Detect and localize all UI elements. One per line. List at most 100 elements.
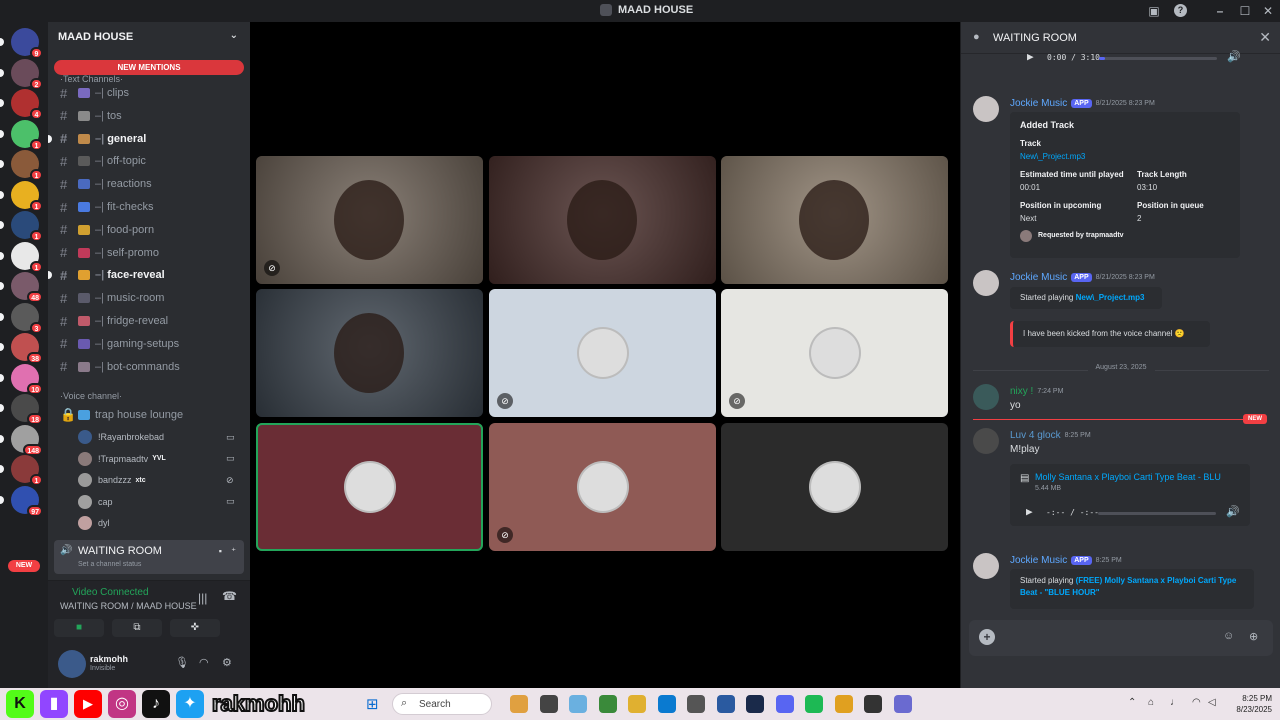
audio-player[interactable]: ▶ -:-- / -:-- 🔊 — [1026, 503, 1246, 523]
avatar[interactable] — [973, 553, 999, 579]
channel-gaming-setups[interactable]: # –| gaming-setups — [54, 334, 244, 354]
voice-user[interactable]: bandzzz xtc ⊘ — [78, 471, 244, 489]
author-name[interactable]: Jockie Music — [1010, 272, 1067, 283]
taskbar-app-icon[interactable] — [834, 695, 853, 713]
channel-clips[interactable]: # –| clips — [54, 83, 244, 103]
taskbar-app-icon[interactable] — [628, 695, 646, 713]
channel-fridge-reveal[interactable]: # –| fridge-reveal — [54, 311, 244, 331]
windows-start-icon[interactable]: ⊞ — [366, 695, 379, 713]
volume-icon[interactable]: ◁ — [1208, 697, 1216, 708]
selected-voice-channel[interactable]: 🔊 WAITING ROOM Set a channel status ▪ ⁺ — [54, 540, 244, 574]
author-name[interactable]: Luv 4 glock — [1010, 430, 1061, 441]
taskbar-app-icon[interactable] — [510, 695, 528, 713]
invite-icon[interactable]: ⁺ — [231, 546, 236, 557]
username[interactable]: rakmohh — [90, 654, 128, 664]
close-icon[interactable]: ✕ — [1259, 29, 1271, 46]
server-icon[interactable]: 2 — [11, 58, 43, 90]
minimize-button[interactable]: – — [1212, 3, 1228, 19]
plus-icon[interactable]: + — [979, 629, 995, 645]
server-icon[interactable]: 18 — [11, 394, 43, 425]
channel-reactions[interactable]: # –| reactions — [54, 174, 244, 194]
inbox-icon[interactable]: ▣ — [1146, 3, 1162, 19]
voice-channel-path[interactable]: WAITING ROOM / MAAD HOUSE — [60, 601, 197, 611]
track-link[interactable]: New\_Project.mp3 — [1076, 293, 1145, 302]
server-icon[interactable]: 38 — [11, 333, 43, 364]
taskbar-app-icon[interactable] — [598, 695, 617, 713]
help-icon[interactable]: ? — [1174, 4, 1187, 17]
headphones-icon[interactable]: ◠ — [199, 656, 209, 669]
avatar-tile[interactable] — [721, 423, 948, 551]
server-icon[interactable]: 1 — [11, 180, 43, 212]
avatar[interactable] — [973, 270, 999, 296]
volume-icon[interactable]: 🔊 — [1226, 505, 1240, 518]
taskbar-app-icon[interactable] — [746, 695, 764, 713]
search-input[interactable]: ⌕ Search — [392, 693, 492, 715]
gear-icon[interactable]: ⚙ — [222, 656, 232, 669]
voice-user[interactable]: !Rayanbrokebad ▭ — [78, 428, 244, 446]
channel-self-promo[interactable]: # –| self-promo — [54, 243, 244, 263]
channel-food-porn[interactable]: # –| food-porn — [54, 220, 244, 240]
track-link[interactable]: New\_Project.mp3 — [1020, 152, 1085, 161]
channel-fit-checks[interactable]: # –| fit-checks — [54, 197, 244, 217]
server-icon[interactable]: 10 — [11, 363, 43, 395]
play-icon[interactable]: ▶ — [1026, 505, 1033, 518]
avatar[interactable] — [973, 96, 999, 122]
screen-share-button[interactable]: ⧉ — [112, 619, 162, 637]
clock[interactable]: 8:25 PM 8/23/2025 — [1222, 693, 1272, 715]
author-name[interactable]: nixy ! — [1010, 386, 1033, 397]
avatar[interactable] — [58, 650, 86, 678]
avatar-tile[interactable]: ⊘ — [721, 289, 948, 417]
avatar-tile[interactable] — [256, 423, 483, 551]
chat-icon[interactable]: ▪ — [219, 546, 222, 556]
taskbar-app-icon[interactable] — [864, 695, 882, 713]
server-icon[interactable]: 1 — [11, 119, 43, 151]
channel-face-reveal[interactable]: # –| face-reveal — [48, 265, 244, 285]
maximize-button[interactable]: ☐ — [1237, 3, 1253, 19]
camera-button[interactable]: ■ — [54, 619, 104, 637]
server-icon[interactable]: 148 — [11, 424, 43, 456]
avatar[interactable] — [973, 428, 999, 454]
voice-user[interactable]: cap ▭ — [78, 493, 244, 511]
microphone-icon[interactable]: 🎙 — [175, 656, 189, 669]
new-servers-pill[interactable]: NEW — [8, 560, 40, 572]
new-mentions-pill[interactable]: NEW MENTIONS — [54, 60, 244, 75]
chevron-up-icon[interactable]: ⌃ — [1128, 697, 1136, 708]
voice-channel-trap-house[interactable]: 🔒 trap house lounge — [54, 405, 244, 425]
video-tile[interactable] — [256, 289, 483, 417]
voice-connected-status[interactable]: Video Connected — [72, 587, 149, 598]
network-icon[interactable]: ⌂ — [1148, 697, 1154, 708]
avatar-tile[interactable]: ⊘ — [489, 423, 716, 551]
taskbar-app-icon[interactable] — [657, 695, 676, 713]
taskbar-app-icon[interactable] — [569, 695, 587, 713]
noise-suppression-icon[interactable]: ||| — [198, 591, 207, 605]
audio-progress[interactable] — [1098, 512, 1216, 515]
channel-general[interactable]: # –| general — [48, 129, 244, 149]
emoji-icon[interactable]: ☺ — [1223, 630, 1234, 642]
avatar-tile[interactable]: ⊘ — [489, 289, 716, 417]
server-icon[interactable]: 1 — [11, 150, 43, 181]
audio-player-top[interactable]: ▶ 0:00 / 3:10 🔊 — [1027, 48, 1247, 68]
voice-user[interactable]: dyl — [78, 514, 244, 532]
channel-bot-commands[interactable]: # –| bot-commands — [54, 357, 244, 377]
taskbar-app-icon[interactable] — [805, 695, 823, 713]
server-icon[interactable]: 9 — [11, 28, 43, 59]
server-header[interactable]: MAAD HOUSE ⌄ — [48, 22, 250, 54]
taskbar-app-icon[interactable] — [716, 695, 735, 713]
play-icon[interactable]: ▶ — [1027, 50, 1034, 63]
server-icon[interactable]: 48 — [11, 272, 43, 303]
video-tile[interactable] — [721, 156, 948, 284]
activities-button[interactable]: ✜ — [170, 619, 220, 637]
disconnect-icon[interactable]: ☎ — [222, 589, 237, 603]
video-tile[interactable] — [489, 156, 716, 284]
taskbar-app-icon[interactable] — [893, 695, 912, 713]
volume-icon[interactable]: 🔊 — [1227, 50, 1241, 63]
message-composer[interactable]: + ☺ ⊕ — [969, 620, 1273, 656]
author-name[interactable]: Jockie Music — [1010, 555, 1067, 566]
avatar[interactable] — [973, 384, 999, 410]
server-icon[interactable]: 1 — [11, 241, 43, 273]
channel-status-hint[interactable]: Set a channel status — [78, 561, 141, 568]
taskbar-app-icon[interactable] — [687, 695, 705, 713]
server-icon[interactable]: 4 — [11, 89, 43, 120]
taskbar-app-icon[interactable] — [539, 695, 558, 713]
voice-user[interactable]: !Trapmaadtv YVL ▭ — [78, 450, 244, 468]
